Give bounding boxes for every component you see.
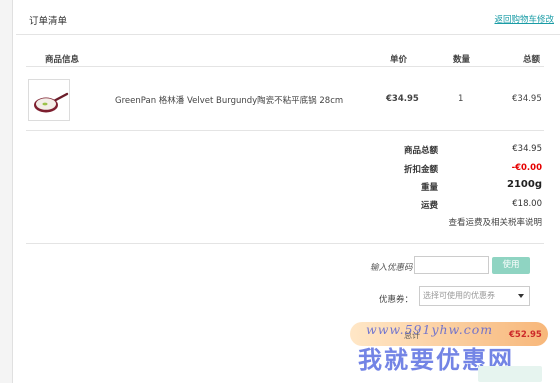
- coupon-code-label: 输入优惠码: [370, 263, 413, 273]
- product-name[interactable]: GreenPan 格林潘 Velvet Burgundy陶瓷不粘平底锅 28cm: [115, 94, 343, 106]
- page-title: 订单清单: [29, 16, 68, 27]
- shipping-label: 运费: [420, 201, 438, 211]
- col-product-header: 商品信息: [45, 55, 80, 65]
- col-total-header: 总额: [523, 55, 541, 65]
- coupon-select[interactable]: 选择可使用的优惠券: [419, 286, 530, 306]
- col-qty-header: 数量: [453, 55, 471, 65]
- product-price: €34.95: [386, 94, 419, 104]
- divider: [26, 243, 544, 244]
- divider: [26, 130, 544, 131]
- divider: [26, 66, 544, 67]
- product-thumbnail[interactable]: [28, 79, 70, 121]
- total-value: €52.95: [509, 330, 542, 340]
- discount-label: 折扣金额: [403, 165, 438, 175]
- back-to-cart-link[interactable]: 返回购物车修改: [494, 13, 554, 25]
- weight-value: 2100g: [507, 179, 542, 190]
- weight-label: 重量: [420, 183, 438, 193]
- product-qty: 1: [458, 94, 464, 104]
- shipping-value: €18.00: [512, 199, 542, 209]
- coupon-select-label: 优惠券：: [379, 295, 414, 305]
- chevron-down-icon: [518, 294, 524, 298]
- coupon-code-input[interactable]: [414, 256, 489, 274]
- apply-coupon-button[interactable]: 使用: [492, 257, 530, 274]
- tax-info-link[interactable]: 查看运费及相关税率说明: [448, 216, 542, 228]
- subtotal-value: €34.95: [512, 144, 542, 154]
- divider: [16, 34, 560, 35]
- submit-button[interactable]: [478, 366, 542, 382]
- product-total: €34.95: [512, 94, 542, 104]
- coupon-select-value: 选择可使用的优惠券: [423, 291, 495, 300]
- frying-pan-image: [34, 92, 69, 113]
- discount-value: -€0.00: [511, 163, 542, 173]
- watermark-url: www.591yhw.com: [366, 322, 494, 337]
- col-price-header: 单价: [390, 55, 408, 65]
- subtotal-label: 商品总额: [403, 146, 438, 156]
